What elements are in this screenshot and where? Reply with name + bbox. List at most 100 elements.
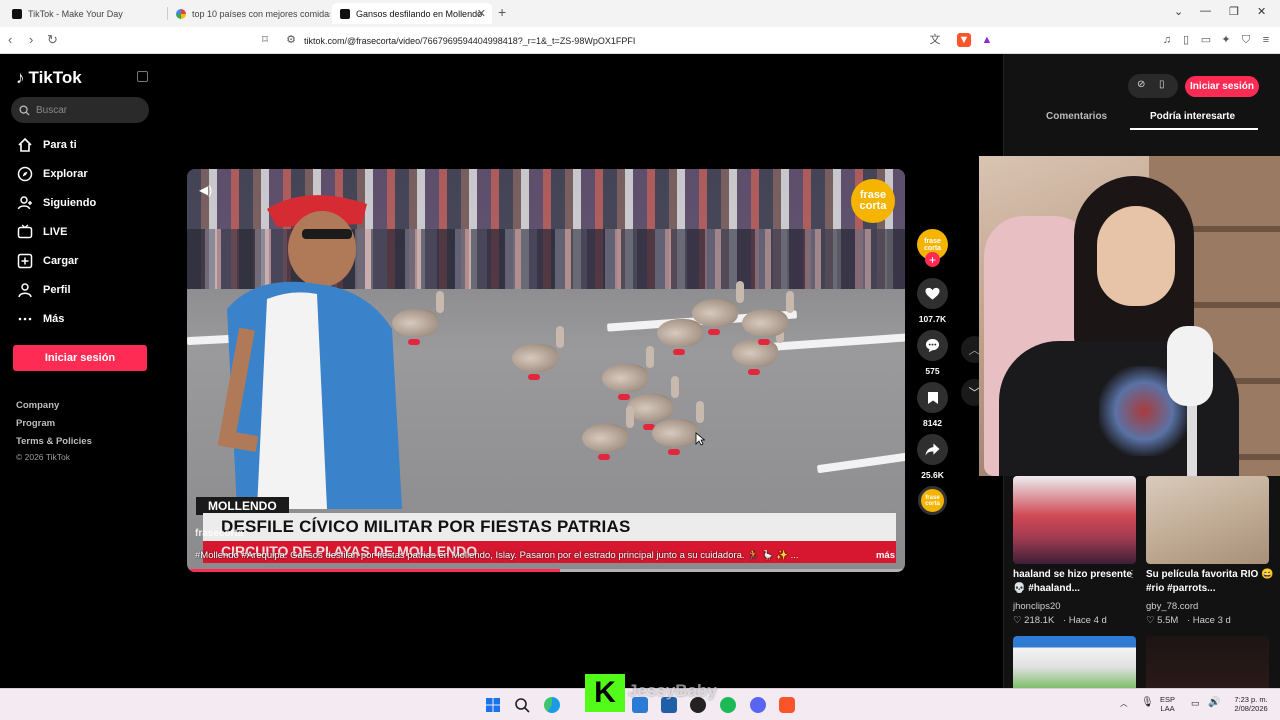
caption-more-link[interactable]: más — [876, 550, 895, 561]
nav-label: Siguiendo — [43, 197, 97, 209]
vpn-icon[interactable]: ⛉ — [1239, 33, 1253, 47]
video-author[interactable]: frasecorta — [195, 528, 243, 539]
nav-item-live[interactable]: LIVE — [16, 221, 67, 243]
more-options-icon[interactable]: ⋮ — [1260, 569, 1270, 580]
video-frame-goose — [582, 406, 634, 460]
back-icon[interactable]: ‹ — [8, 32, 12, 47]
header-login-button[interactable]: Iniciar sesión — [1185, 76, 1259, 97]
nav-item-siguiendo[interactable]: Siguiendo — [16, 192, 96, 214]
search-icon[interactable] — [514, 697, 530, 713]
music-disc[interactable]: frase corta — [918, 486, 947, 515]
nav-item-cargar[interactable]: Cargar — [16, 250, 78, 272]
compass-icon — [16, 166, 33, 183]
bookmark-icon[interactable]: ⌑ — [258, 33, 272, 47]
recommended-thumbnail[interactable] — [1146, 476, 1269, 564]
microphone-icon[interactable]: 🎙 — [1141, 698, 1154, 708]
reload-icon[interactable]: ↻ — [47, 32, 58, 48]
leo-ai-icon[interactable]: ✦ — [1219, 33, 1233, 47]
recommended-user[interactable]: jhonclips20 — [1013, 601, 1061, 612]
maximize-icon[interactable]: ❐ — [1229, 5, 1239, 18]
tab-title: Gansos desfilando en Mollendo — [356, 8, 483, 19]
spotify-icon[interactable] — [720, 697, 736, 713]
more-options-icon[interactable]: ⋮ — [1127, 569, 1137, 580]
sidebar-toggle-icon[interactable]: ▯ — [1179, 33, 1193, 47]
new-tab-icon[interactable]: + — [498, 4, 506, 20]
coin-icon[interactable]: ⊘ — [1137, 79, 1145, 90]
login-button[interactable]: Iniciar sesión — [13, 345, 147, 371]
recommended-thumbnail[interactable] — [1013, 636, 1136, 688]
edge-browser-icon[interactable] — [544, 697, 560, 713]
video-frame-goose — [512, 326, 564, 380]
share-count: 25.6K — [921, 470, 944, 480]
volume-icon[interactable]: ◀) — [199, 183, 212, 197]
brave-rewards-icon[interactable]: ▲ — [980, 33, 994, 47]
translate-icon[interactable]: 文 — [928, 33, 942, 47]
save-button[interactable] — [917, 382, 948, 413]
recommended-title[interactable]: haaland se hizo presente 💀 #haaland... — [1013, 568, 1141, 596]
search-input[interactable] — [36, 104, 136, 116]
nav-item-perfil[interactable]: Perfil — [16, 279, 71, 301]
close-window-icon[interactable]: ✕ — [1257, 5, 1266, 18]
forward-icon[interactable]: › — [29, 32, 33, 47]
tiktok-favicon-icon — [12, 8, 22, 19]
video-frame-goose — [732, 321, 784, 375]
network-icon[interactable]: ▭ — [1191, 699, 1200, 708]
windows-start-icon[interactable] — [485, 697, 501, 713]
footer-link-terms[interactable]: Terms & Policies — [16, 436, 92, 447]
phone-icon[interactable]: ▯ — [1159, 79, 1165, 90]
heart-icon — [925, 287, 940, 300]
comment-button[interactable] — [917, 330, 948, 361]
live-icon — [16, 224, 33, 241]
video-progress-bar[interactable] — [187, 569, 905, 572]
tab-active-video[interactable]: Gansos desfilando en Mollendo ✕ — [332, 3, 492, 24]
clock[interactable]: 7:23 p. m. 2/08/2026 — [1226, 695, 1276, 713]
footer-link-company[interactable]: Company — [16, 400, 59, 411]
brave-shields-icon[interactable]: ▼ — [957, 33, 971, 47]
recommended-age: Hace 3 d — [1192, 615, 1231, 626]
video-frame-man — [217, 195, 402, 509]
collapse-sidebar-icon[interactable] — [137, 71, 148, 82]
menu-icon[interactable]: ≡ — [1259, 33, 1273, 47]
wallet-icon[interactable]: ▭ — [1199, 33, 1213, 47]
mouse-cursor-icon — [695, 432, 705, 446]
brave-browser-icon[interactable] — [779, 697, 795, 713]
nav-item-para-ti[interactable]: Para ti — [16, 134, 77, 156]
tiktok-logo[interactable]: ♪ TikTok — [16, 68, 82, 88]
user-follow-icon — [16, 195, 33, 212]
nav-item-mas[interactable]: Más — [16, 308, 64, 330]
tiktok-note-icon: ♪ — [16, 68, 25, 87]
recommended-user[interactable]: gby_78.cord — [1146, 601, 1198, 612]
music-icon[interactable]: ♫ — [1160, 33, 1174, 47]
chevron-up-icon[interactable]: ︿ — [1120, 699, 1128, 708]
video-player[interactable]: ◀) frase corta MOLLENDO DESFILE CÍVICO M… — [187, 169, 905, 572]
upload-icon — [16, 253, 33, 270]
tab-google-search[interactable]: top 10 países con mejores comidas — [168, 3, 330, 24]
tab-tiktok-home[interactable]: TikTok - Make Your Day — [4, 3, 166, 24]
tab-comentarios[interactable]: Comentarios — [1046, 111, 1107, 122]
video-frame-goose — [742, 291, 794, 345]
nav-item-explorar[interactable]: Explorar — [16, 163, 88, 185]
like-button[interactable] — [917, 278, 948, 309]
follow-button[interactable]: + — [925, 252, 940, 267]
share-button[interactable] — [917, 434, 948, 465]
recommended-thumbnail[interactable] — [1013, 476, 1136, 564]
tab-podria-interesarte[interactable]: Podría interesarte — [1150, 111, 1235, 122]
url-input[interactable] — [280, 31, 1000, 50]
video-frame-goose — [692, 281, 744, 335]
recommended-meta: ♡ 5.5M · Hace 3 d — [1146, 615, 1231, 626]
google-favicon-icon — [176, 8, 186, 19]
search-box[interactable] — [11, 97, 149, 123]
footer-link-program[interactable]: Program — [16, 418, 55, 429]
speaker-icon[interactable]: 🔊 — [1208, 698, 1220, 708]
recommended-title[interactable]: Su película favorita RIO 😄 #rio #parrots… — [1146, 568, 1274, 596]
minimize-icon[interactable]: — — [1200, 5, 1211, 17]
discord-icon[interactable] — [750, 697, 766, 713]
tab-list-icon[interactable]: ⌄ — [1174, 5, 1183, 18]
close-tab-icon[interactable]: ✕ — [477, 7, 486, 20]
share-arrow-icon — [925, 443, 940, 456]
recommended-thumbnail[interactable] — [1146, 636, 1269, 688]
keyboard-language[interactable]: ESP LAA — [1160, 695, 1175, 713]
top-actions-pill: ⊘ ▯ — [1128, 74, 1178, 98]
address-bar: ‹ › ↻ ⌑ ⚙ 文 ▼ ▲ ♫ ▯ ▭ ✦ ⛉ ≡ — [0, 27, 1280, 54]
comment-count: 575 — [925, 366, 940, 376]
